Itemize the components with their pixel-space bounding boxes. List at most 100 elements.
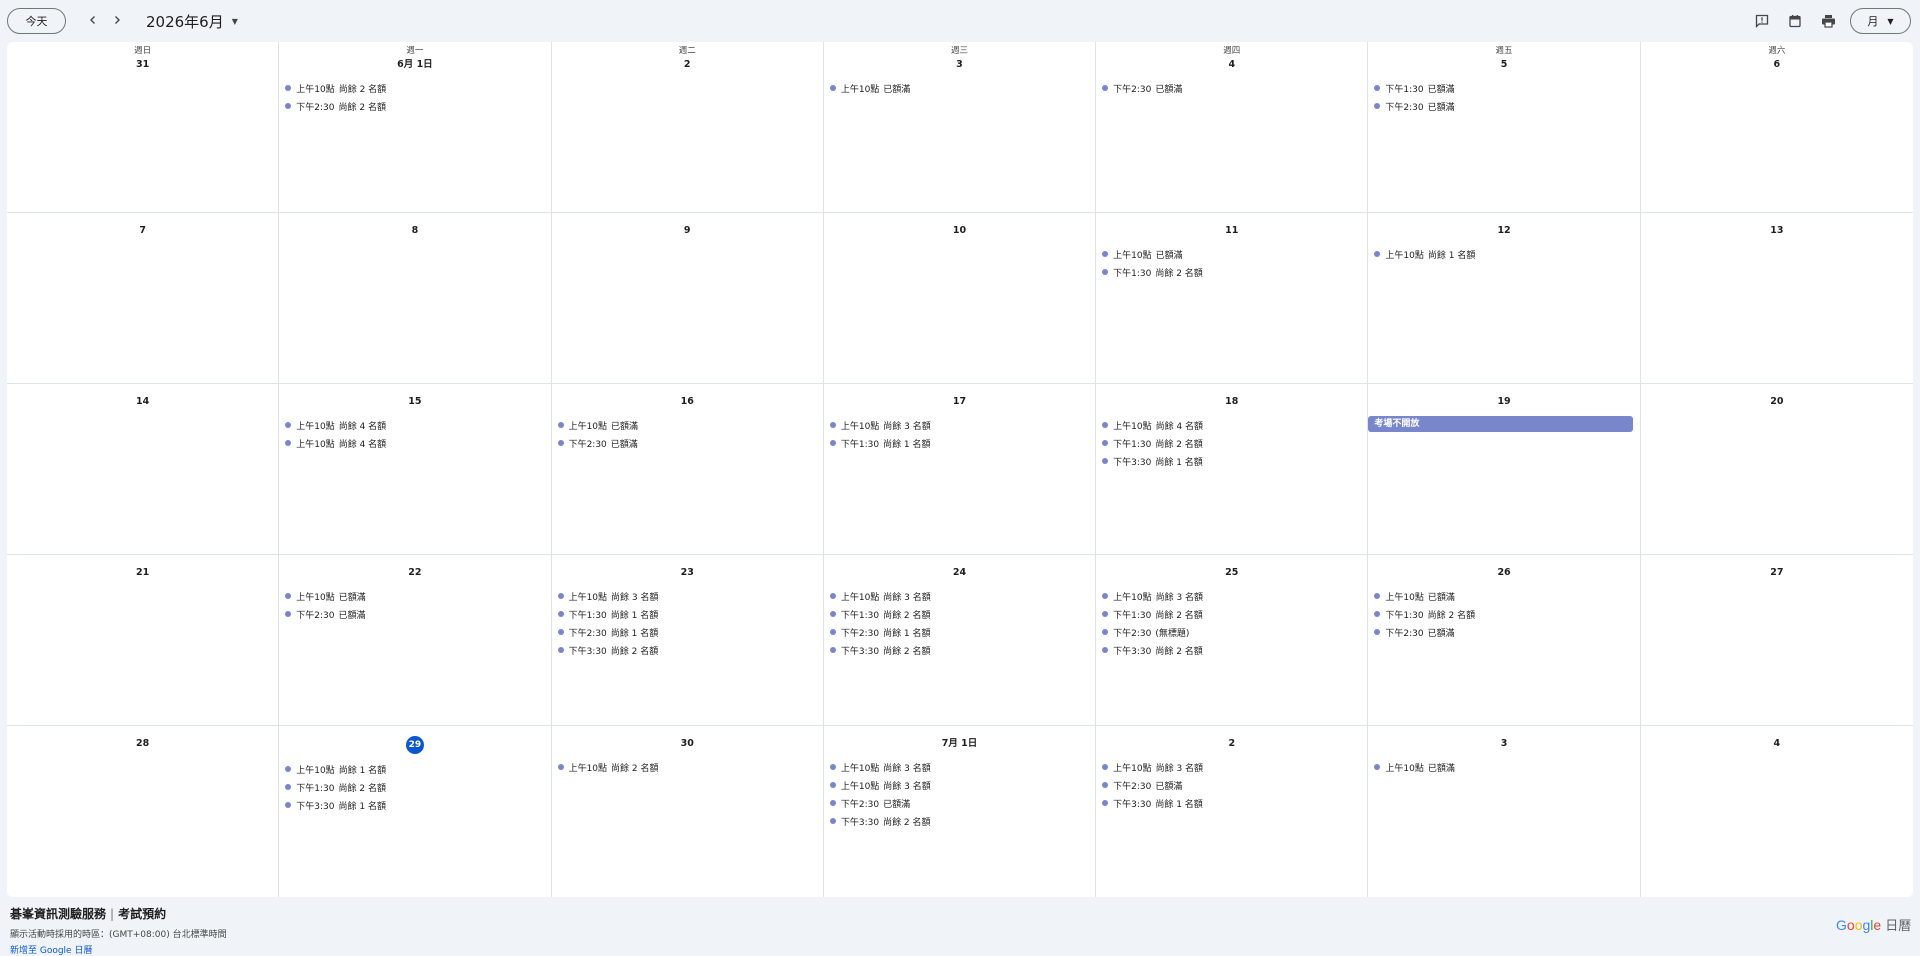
day-cell[interactable]: 12 上午10點 尚餘 1 名額 <box>1368 213 1641 384</box>
day-cell[interactable]: 週日 31 <box>7 42 280 213</box>
date-number[interactable]: 4 <box>1096 57 1367 73</box>
date-number[interactable]: 30 <box>552 736 823 752</box>
calendar-event[interactable]: 上午10點 尚餘 1 名額 <box>1368 245 1639 263</box>
day-cell[interactable]: 26 上午10點 已額滿 下午1:30 尚餘 2 名額 下午2:30 已額滿 <box>1368 555 1641 726</box>
calendar-event[interactable]: 上午10點 已額滿 <box>279 587 550 605</box>
date-number[interactable]: 27 <box>1641 565 1913 581</box>
day-cell[interactable]: 30 上午10點 尚餘 2 名額 <box>552 726 824 897</box>
calendar-event[interactable]: 下午2:30 尚餘 2 名額 <box>279 97 550 115</box>
add-to-google-calendar-link[interactable]: 新增至 Google 日曆 <box>10 943 227 956</box>
date-number[interactable]: 7月 1日 <box>824 736 1095 752</box>
date-number[interactable]: 16 <box>552 394 823 410</box>
calendar-event[interactable]: 下午3:30 尚餘 1 名額 <box>1096 794 1367 812</box>
day-cell[interactable]: 週六 6 <box>1640 42 1913 213</box>
calendar-event[interactable]: 下午2:30 已額滿 <box>824 794 1095 812</box>
all-day-event[interactable]: 考場不開放 <box>1368 416 1633 432</box>
date-number[interactable]: 15 <box>279 394 550 410</box>
print-button[interactable] <box>1818 11 1838 31</box>
calendar-event[interactable]: 下午2:30 已額滿 <box>552 434 823 452</box>
day-cell[interactable]: 9 <box>551 213 824 384</box>
calendar-event[interactable]: 下午1:30 尚餘 2 名額 <box>1368 605 1639 623</box>
calendar-event[interactable]: 下午3:30 尚餘 2 名額 <box>824 812 1095 830</box>
day-cell[interactable]: 21 <box>7 555 280 726</box>
today-button[interactable]: 今天 <box>7 8 66 34</box>
day-cell[interactable]: 13 <box>1640 213 1913 384</box>
calendar-event[interactable]: 下午1:30 已額滿 <box>1368 79 1639 97</box>
feedback-button[interactable] <box>1752 11 1772 31</box>
date-number[interactable]: 31 <box>7 57 278 73</box>
calendar-event[interactable]: 下午2:30 已額滿 <box>1096 79 1367 97</box>
day-cell[interactable]: 29 上午10點 尚餘 1 名額 下午1:30 尚餘 2 名額 下午3:30 尚餘 1 名額 <box>279 726 552 897</box>
day-cell[interactable]: 20 <box>1640 384 1913 555</box>
today-date-number[interactable]: 29 <box>405 736 424 754</box>
date-number[interactable]: 12 <box>1368 223 1639 239</box>
date-number[interactable]: 10 <box>824 223 1095 239</box>
calendar-view-button[interactable] <box>1785 11 1805 31</box>
date-number[interactable]: 22 <box>279 565 550 581</box>
date-number[interactable]: 6 <box>1641 57 1913 73</box>
day-cell[interactable]: 8 <box>279 213 552 384</box>
date-number[interactable]: 14 <box>7 394 278 410</box>
day-cell[interactable]: 週二 2 <box>551 42 824 213</box>
date-number[interactable]: 19 <box>1368 394 1639 410</box>
date-number[interactable]: 2 <box>1096 736 1367 752</box>
calendar-event[interactable]: 上午10點 已額滿 <box>1096 245 1367 263</box>
day-cell[interactable]: 15 上午10點 尚餘 4 名額 上午10點 尚餘 4 名額 <box>279 384 552 555</box>
date-number[interactable]: 11 <box>1096 223 1367 239</box>
calendar-event[interactable]: 下午1:30 尚餘 2 名額 <box>1096 263 1367 281</box>
next-month-button[interactable] <box>107 10 127 30</box>
calendar-event[interactable]: 下午3:30 尚餘 1 名額 <box>1096 452 1367 470</box>
day-cell[interactable]: 25 上午10點 尚餘 3 名額 下午1:30 尚餘 2 名額 下午2:30 (無標題) 下午… <box>1096 555 1369 726</box>
calendar-event[interactable]: 上午10點 尚餘 3 名額 <box>1096 587 1367 605</box>
calendar-event[interactable]: 下午2:30 (無標題) <box>1096 623 1367 641</box>
calendar-event[interactable]: 下午1:30 尚餘 2 名額 <box>1096 605 1367 623</box>
day-cell[interactable]: 4 <box>1641 726 1913 897</box>
calendar-event[interactable]: 下午1:30 尚餘 2 名額 <box>824 605 1095 623</box>
calendar-event[interactable]: 上午10點 尚餘 3 名額 <box>824 758 1095 776</box>
calendar-event[interactable]: 上午10點 尚餘 3 名額 <box>552 587 823 605</box>
calendar-event[interactable]: 上午10點 尚餘 4 名額 <box>1096 416 1367 434</box>
day-cell[interactable]: 7月 1日 上午10點 尚餘 3 名額 上午10點 尚餘 3 名額 下午2:30 已額滿 下午… <box>824 726 1097 897</box>
date-number[interactable]: 21 <box>7 565 278 581</box>
calendar-event[interactable]: 下午3:30 尚餘 2 名額 <box>1096 641 1367 659</box>
month-picker[interactable]: 2026年6月 ▼ <box>146 11 238 32</box>
day-cell[interactable]: 3 上午10點 已額滿 <box>1368 726 1641 897</box>
calendar-event[interactable]: 上午10點 已額滿 <box>552 416 823 434</box>
calendar-event[interactable]: 下午1:30 尚餘 1 名額 <box>824 434 1095 452</box>
day-cell[interactable]: 22 上午10點 已額滿 下午2:30 已額滿 <box>279 555 552 726</box>
date-number[interactable]: 9 <box>552 223 823 239</box>
day-cell[interactable]: 23 上午10點 尚餘 3 名額 下午1:30 尚餘 1 名額 下午2:30 尚餘 1 名額… <box>551 555 824 726</box>
day-cell[interactable]: 週三 3 上午10點 已額滿 <box>823 42 1097 213</box>
date-number[interactable]: 24 <box>824 565 1095 581</box>
day-cell[interactable]: 2 上午10點 尚餘 3 名額 下午2:30 已額滿 下午3:30 尚餘 1 名額 <box>1096 726 1369 897</box>
day-cell[interactable]: 19 考場不開放 <box>1368 384 1641 555</box>
date-number[interactable]: 18 <box>1096 394 1367 410</box>
calendar-event[interactable]: 下午3:30 尚餘 2 名額 <box>824 641 1095 659</box>
date-number[interactable]: 26 <box>1368 565 1639 581</box>
date-number[interactable]: 13 <box>1641 223 1913 239</box>
calendar-event[interactable]: 下午2:30 尚餘 1 名額 <box>552 623 823 641</box>
date-number[interactable]: 23 <box>552 565 823 581</box>
date-number[interactable]: 5 <box>1368 57 1639 73</box>
date-number[interactable]: 3 <box>1368 736 1639 752</box>
day-cell[interactable]: 14 <box>7 384 280 555</box>
calendar-event[interactable]: 上午10點 尚餘 3 名額 <box>824 587 1095 605</box>
calendar-event[interactable]: 上午10點 已額滿 <box>1368 758 1639 776</box>
calendar-event[interactable]: 下午2:30 尚餘 1 名額 <box>824 623 1095 641</box>
calendar-event[interactable]: 下午2:30 已額滿 <box>1368 623 1639 641</box>
day-cell[interactable]: 17 上午10點 尚餘 3 名額 下午1:30 尚餘 1 名額 <box>823 384 1097 555</box>
date-number[interactable]: 20 <box>1641 394 1913 410</box>
day-cell[interactable]: 週四 4 下午2:30 已額滿 <box>1096 42 1369 213</box>
date-number[interactable]: 25 <box>1096 565 1367 581</box>
day-cell[interactable]: 27 <box>1640 555 1913 726</box>
calendar-event[interactable]: 上午10點 尚餘 1 名額 <box>279 760 550 778</box>
calendar-event[interactable]: 下午2:30 已額滿 <box>1096 776 1367 794</box>
day-cell[interactable]: 11 上午10點 已額滿 下午1:30 尚餘 2 名額 <box>1096 213 1369 384</box>
calendar-event[interactable]: 下午3:30 尚餘 2 名額 <box>552 641 823 659</box>
calendar-event[interactable]: 上午10點 尚餘 2 名額 <box>279 79 550 97</box>
date-number[interactable]: 3 <box>824 57 1095 73</box>
calendar-event[interactable]: 下午1:30 尚餘 2 名額 <box>1096 434 1367 452</box>
day-cell[interactable]: 10 <box>823 213 1097 384</box>
date-number[interactable]: 17 <box>824 394 1095 410</box>
calendar-event[interactable]: 下午2:30 已額滿 <box>279 605 550 623</box>
